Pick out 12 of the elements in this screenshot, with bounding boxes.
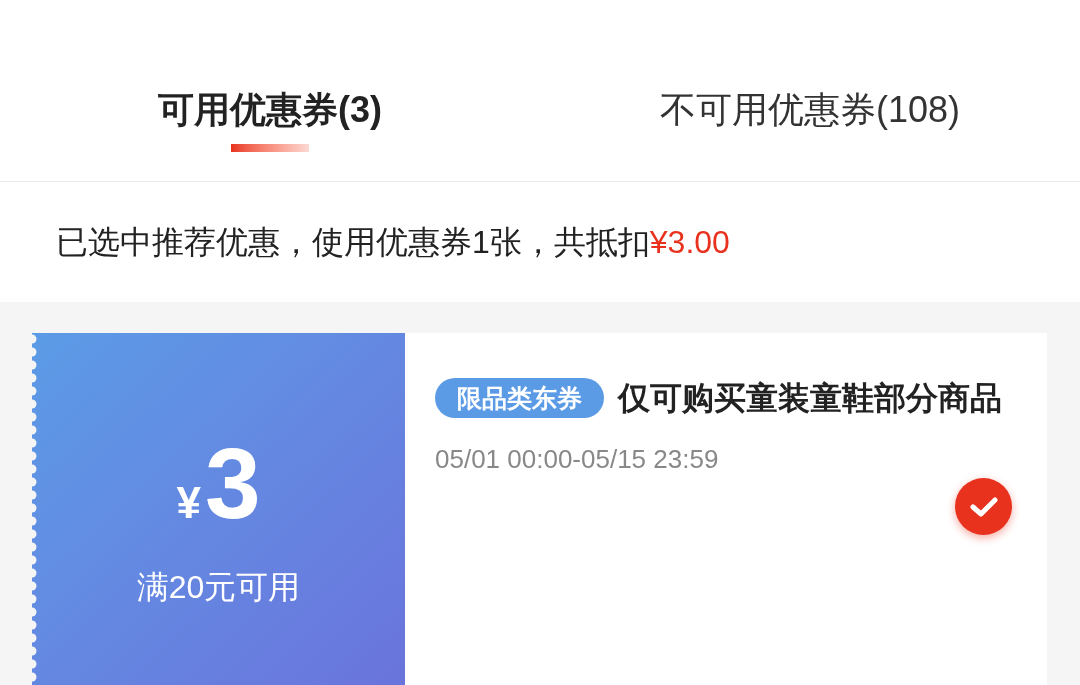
currency-symbol: ¥ (176, 477, 201, 529)
validity-period: 05/01 00:00-05/15 23:59 (435, 442, 719, 476)
tab[interactable]: 可用优惠券(3) (158, 84, 382, 136)
summary-text: 已选中推荐优惠，使用优惠券1张，共抵扣¥3.00 (56, 223, 730, 262)
coupon-tag: 限品类东券 (435, 377, 604, 418)
coupon-card[interactable]: ¥3 满20元可用 限品类东券 仅可购买童装童鞋部分商品 05/01 00:00-05/15 23:59 (32, 333, 1047, 685)
coupon-amount: 3 (204, 433, 261, 533)
coupon-title: 仅可购买童装童鞋部分商品 (618, 379, 1002, 416)
coupon-condition: 满20元可用 (136, 568, 301, 607)
tab[interactable]: 不可用优惠券(108) (659, 84, 960, 136)
checkbox[interactable] (955, 478, 1012, 535)
check-icon (968, 494, 999, 519)
